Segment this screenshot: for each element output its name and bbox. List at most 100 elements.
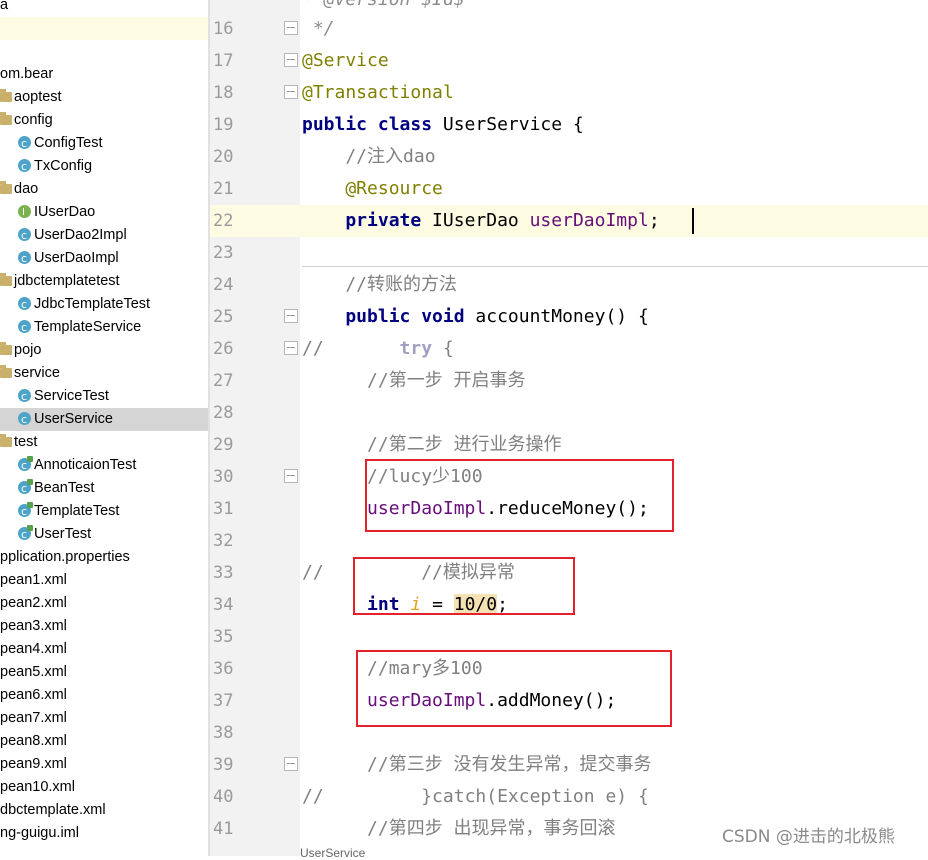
code-line-16[interactable]: */ bbox=[302, 13, 335, 45]
test-class-icon bbox=[18, 454, 33, 477]
tree-item-label: pean10.xml bbox=[0, 779, 75, 795]
project-tree: a om.bear aoptest config ConfigTest TxConfig d… bbox=[0, 0, 208, 856]
line-number: 24 bbox=[213, 275, 234, 295]
tree-folder-item[interactable]: jdbctemplatetest bbox=[0, 270, 208, 293]
tree-file-item[interactable]: om.bear bbox=[0, 63, 208, 86]
class-icon bbox=[18, 408, 31, 431]
tree-folder-item[interactable]: pojo bbox=[0, 339, 208, 362]
class-icon bbox=[18, 155, 31, 178]
tree-file-item[interactable]: AnnoticaionTest bbox=[0, 454, 208, 477]
line-number: 34 bbox=[213, 595, 234, 615]
code-line-29[interactable]: //第二步 进行业务操作 bbox=[302, 429, 562, 461]
tree-item-label: a bbox=[0, 0, 9, 13]
line-number: 22 bbox=[213, 211, 234, 231]
line-number: 38 bbox=[213, 723, 234, 743]
tree-folder-item[interactable]: dao bbox=[0, 178, 208, 201]
code-line-18[interactable]: @Transactional bbox=[302, 77, 454, 109]
tree-item-label: om.bear bbox=[0, 66, 54, 82]
tree-file-item[interactable]: pean8.xml bbox=[0, 730, 208, 753]
tree-file-item[interactable]: dbctemplate.xml bbox=[0, 799, 208, 822]
tree-file-item[interactable]: pean10.xml bbox=[0, 776, 208, 799]
tree-file-item[interactable]: pean1.xml bbox=[0, 569, 208, 592]
tree-item-label: dbctemplate.xml bbox=[0, 802, 106, 818]
tree-folder-item[interactable]: aoptest bbox=[0, 86, 208, 109]
folder-icon bbox=[0, 342, 12, 355]
class-icon bbox=[18, 224, 31, 247]
fold-marker-icon[interactable] bbox=[284, 469, 298, 483]
keyword: public void bbox=[302, 306, 465, 327]
tree-file-item[interactable]: pplication.properties bbox=[0, 546, 208, 569]
tree-file-item[interactable]: a bbox=[0, 0, 208, 17]
tree-file-item[interactable]: JdbcTemplateTest bbox=[0, 293, 208, 316]
fold-marker-icon[interactable] bbox=[284, 21, 298, 35]
tree-item-label: IUserDao bbox=[34, 204, 96, 220]
code-line-19[interactable]: public class UserService { bbox=[302, 109, 584, 141]
tree-file-item[interactable]: UserDao2Impl bbox=[0, 224, 208, 247]
tree-file-item[interactable]: TemplateTest bbox=[0, 500, 208, 523]
code-line-24[interactable]: //转账的方法 bbox=[302, 269, 457, 301]
editor-tab-label[interactable]: UserService bbox=[300, 846, 365, 860]
tree-folder-item[interactable]: service bbox=[0, 362, 208, 385]
tree-item-label: UserDaoImpl bbox=[34, 250, 119, 266]
highlight-box-exception bbox=[353, 557, 575, 615]
tree-item-label: pean4.xml bbox=[0, 641, 67, 657]
code-line-39[interactable]: //第三步 没有发生异常，提交事务 bbox=[302, 749, 652, 781]
fold-marker-icon[interactable] bbox=[284, 757, 298, 771]
tree-item-label: JdbcTemplateTest bbox=[34, 296, 151, 312]
tree-folder-item[interactable]: config bbox=[0, 109, 208, 132]
tree-item-label: ServiceTest bbox=[34, 388, 109, 404]
test-class-icon bbox=[18, 523, 33, 546]
tree-file-item[interactable]: pean2.xml bbox=[0, 592, 208, 615]
tree-file-item[interactable]: UserDaoImpl bbox=[0, 247, 208, 270]
tree-item-label: TemplateService bbox=[34, 319, 142, 335]
tree-item-label: service bbox=[14, 365, 60, 381]
tree-item-label: TemplateTest bbox=[34, 503, 120, 519]
fold-marker-icon[interactable] bbox=[284, 341, 298, 355]
line-number: 32 bbox=[213, 531, 234, 551]
tree-file-item[interactable]: pean6.xml bbox=[0, 684, 208, 707]
tree-file-item[interactable]: UserTest bbox=[0, 523, 208, 546]
line-number: 37 bbox=[213, 691, 234, 711]
tree-file-item[interactable]: ConfigTest bbox=[0, 132, 208, 155]
fold-marker-icon[interactable] bbox=[284, 53, 298, 67]
tree-file-item[interactable]: pean7.xml bbox=[0, 707, 208, 730]
tree-item-label: pean6.xml bbox=[0, 687, 67, 703]
code-line-21[interactable]: @Resource bbox=[302, 173, 443, 205]
code-line-22[interactable]: private IUserDao userDaoImpl; bbox=[302, 205, 659, 237]
line-number: 31 bbox=[213, 499, 234, 519]
code-line-25[interactable]: public void accountMoney() { bbox=[302, 301, 648, 333]
tree-file-item[interactable]: pean4.xml bbox=[0, 638, 208, 661]
line-number: 41 bbox=[213, 819, 234, 839]
fold-marker-icon[interactable] bbox=[284, 309, 298, 323]
code-line-40[interactable]: // }catch(Exception e) { bbox=[302, 781, 649, 813]
tree-file-item[interactable]: UserService bbox=[0, 408, 208, 431]
tree-file-item[interactable]: TxConfig bbox=[0, 155, 208, 178]
tree-file-item[interactable]: TemplateService bbox=[0, 316, 208, 339]
line-number: 16 bbox=[213, 19, 234, 39]
code-line-41[interactable]: //第四步 出现异常，事务回滚 bbox=[302, 813, 616, 845]
interface-icon bbox=[18, 201, 31, 224]
tree-file-item[interactable]: IUserDao bbox=[0, 201, 208, 224]
class-icon bbox=[18, 293, 31, 316]
code-line-27[interactable]: //第一步 开启事务 bbox=[302, 365, 526, 397]
watermark: CSDN @进击的北极熊 bbox=[722, 827, 895, 847]
tree-file-item[interactable]: pean9.xml bbox=[0, 753, 208, 776]
code-line-17[interactable]: @Service bbox=[302, 45, 389, 77]
tree-item-label: BeanTest bbox=[34, 480, 95, 496]
tree-item-label: UserService bbox=[34, 411, 113, 427]
tree-file-item[interactable]: ServiceTest bbox=[0, 385, 208, 408]
line-number: 20 bbox=[213, 147, 234, 167]
tree-file-item[interactable]: BeanTest bbox=[0, 477, 208, 500]
tree-file-item[interactable]: ng-guigu.iml bbox=[0, 822, 208, 845]
tree-file-item[interactable]: pean3.xml bbox=[0, 615, 208, 638]
highlight-box-add bbox=[356, 650, 672, 727]
keyword: try bbox=[323, 338, 433, 359]
code-line-20[interactable]: //注入dao bbox=[302, 141, 435, 173]
tree-item-label: pean8.xml bbox=[0, 733, 67, 749]
tree-folder-item[interactable]: test bbox=[0, 431, 208, 454]
fold-marker-icon[interactable] bbox=[284, 85, 298, 99]
code-text: IUserDao bbox=[421, 210, 530, 231]
comment-text: }catch(Exception e) { bbox=[323, 786, 649, 807]
code-line-26[interactable]: // try { bbox=[302, 333, 454, 365]
tree-file-item[interactable]: pean5.xml bbox=[0, 661, 208, 684]
